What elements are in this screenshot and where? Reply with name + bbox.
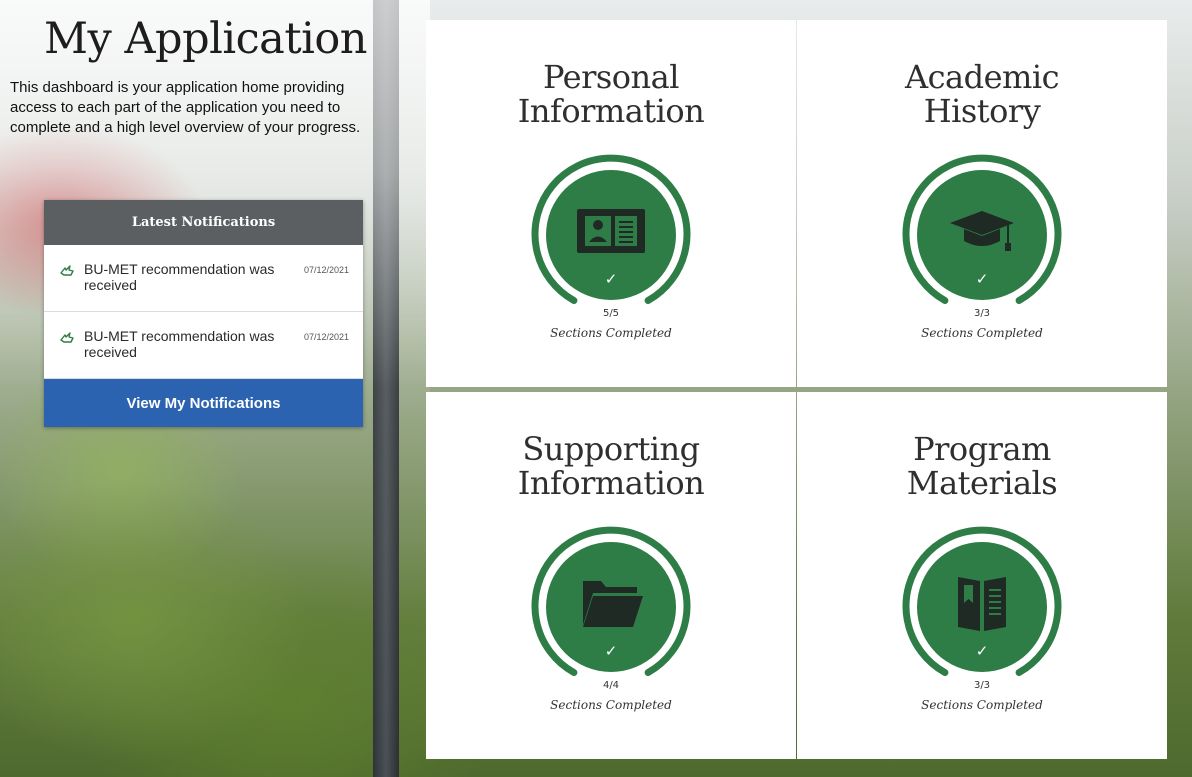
hand-icon [58, 329, 76, 347]
notification-item[interactable]: BU-MET recommendation was received 07/12… [44, 245, 363, 312]
section-title: Supporting Information [517, 430, 705, 502]
notification-date: 07/12/2021 [303, 265, 349, 275]
notification-item[interactable]: BU-MET recommendation was received 07/12… [44, 312, 363, 379]
progress-ring: ✓ [529, 525, 693, 689]
sections-count: 4/4 [602, 680, 620, 691]
section-title: Program Materials [906, 430, 1058, 502]
graduation-cap-icon [948, 201, 1016, 261]
section-title: Academic History [904, 58, 1060, 130]
page-title: My Application [44, 14, 367, 64]
check-icon: ✓ [604, 270, 618, 288]
notification-text: BU-MET recommendation was received [84, 328, 275, 360]
section-card-program-materials[interactable]: Program Materials ✓ 3/3 Sections Complet… [797, 392, 1167, 759]
check-icon: ✓ [975, 642, 989, 660]
check-icon: ✓ [604, 642, 618, 660]
view-notifications-button[interactable]: View My Notifications [44, 379, 363, 427]
sections-count: 3/3 [973, 680, 991, 691]
notification-text: BU-MET recommendation was received [84, 261, 275, 293]
sections-status: Sections Completed [550, 326, 672, 340]
sections-count: 3/3 [973, 308, 991, 319]
notifications-panel: Latest Notifications BU-MET recommendati… [44, 200, 363, 427]
sections-status: Sections Completed [921, 698, 1043, 712]
intro-text: This dashboard is your application home … [10, 79, 361, 136]
section-grid: Personal Information ✓ 5/5 Sections Comp… [426, 20, 1167, 759]
sections-status: Sections Completed [550, 698, 672, 712]
notification-date: 07/12/2021 [303, 332, 349, 342]
progress-ring: ✓ [900, 153, 1064, 317]
sections-count: 5/5 [602, 308, 620, 319]
sections-status: Sections Completed [921, 326, 1043, 340]
check-icon: ✓ [975, 270, 989, 288]
id-card-icon [577, 201, 645, 261]
section-title: Personal Information [517, 58, 705, 130]
folder-icon [577, 573, 645, 633]
notifications-heading: Latest Notifications [44, 200, 363, 245]
section-card-academic-history[interactable]: Academic History ✓ 3/3 Sections Completed [797, 20, 1167, 387]
section-card-supporting-information[interactable]: Supporting Information ✓ 4/4 Sections Com… [426, 392, 796, 759]
section-card-personal-information[interactable]: Personal Information ✓ 5/5 Sections Comp… [426, 20, 796, 387]
hand-icon [58, 262, 76, 280]
book-icon [948, 573, 1016, 633]
progress-ring: ✓ [529, 153, 693, 317]
progress-ring: ✓ [900, 525, 1064, 689]
